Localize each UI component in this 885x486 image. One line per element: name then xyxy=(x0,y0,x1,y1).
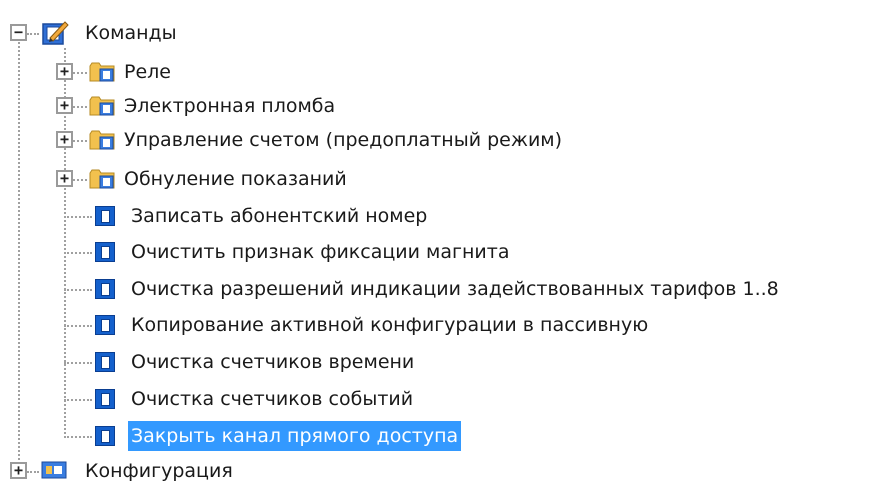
tree-connector xyxy=(64,216,92,218)
command-icon xyxy=(95,389,115,409)
command-icon xyxy=(95,352,115,372)
configuration-icon xyxy=(41,461,67,479)
tree-connector xyxy=(73,106,87,108)
tree-item-close-direct-access-channel[interactable]: Закрыть канал прямого доступа xyxy=(128,421,462,451)
tree-connector xyxy=(64,362,92,364)
command-icon xyxy=(95,315,115,335)
command-icon xyxy=(95,242,115,262)
folder-expander-rele[interactable]: + xyxy=(56,63,73,80)
commands-tree: − Команды + Реле + Электронная пломба + … xyxy=(0,0,885,482)
tree-item-clear-tariff-indication[interactable]: Очистка разрешений индикации задействова… xyxy=(128,274,782,304)
tree-connector xyxy=(64,289,92,291)
tree-item-copy-active-config[interactable]: Копирование активной конфигурации в пасс… xyxy=(128,310,651,340)
folder-expander-account-management[interactable]: + xyxy=(56,131,73,148)
tree-guide-root xyxy=(18,42,20,476)
tree-connector xyxy=(73,140,87,142)
tree-connector xyxy=(27,33,39,35)
tree-item-configuration[interactable]: Конфигурация xyxy=(82,456,236,486)
folder-icon xyxy=(89,130,115,150)
folder-expander-electronic-seal[interactable]: + xyxy=(56,97,73,114)
tree-item-account-management[interactable]: Управление счетом (предоплатный режим) xyxy=(121,125,565,155)
tree-connector xyxy=(73,179,87,181)
tree-item-clear-event-counters[interactable]: Очистка счетчиков событий xyxy=(128,384,416,414)
command-icon xyxy=(95,206,115,226)
folder-icon xyxy=(89,96,115,116)
tree-connector xyxy=(73,72,87,74)
tree-connector xyxy=(27,471,39,473)
tree-item-clear-time-counters[interactable]: Очистка счетчиков времени xyxy=(128,347,417,377)
tree-item-reset-readings[interactable]: Обнуление показаний xyxy=(121,164,350,194)
command-icon xyxy=(95,279,115,299)
tree-connector xyxy=(64,252,92,254)
tree-connector xyxy=(64,399,92,401)
tree-connector xyxy=(64,325,92,327)
folder-icon xyxy=(89,169,115,189)
commands-folder-icon xyxy=(42,21,69,45)
command-icon xyxy=(95,426,115,446)
tree-item-write-subscriber-number[interactable]: Записать абонентский номер xyxy=(128,201,430,231)
tree-connector xyxy=(64,436,92,438)
tree-item-electronic-seal[interactable]: Электронная пломба xyxy=(121,91,338,121)
tree-item-clear-magnet-flag[interactable]: Очистить признак фиксации магнита xyxy=(128,237,512,267)
folder-icon xyxy=(89,62,115,82)
root-collapse-expander[interactable]: − xyxy=(10,24,27,41)
root-expander-configuration[interactable]: + xyxy=(10,462,27,479)
tree-item-commands[interactable]: Команды xyxy=(82,18,180,48)
tree-item-rele[interactable]: Реле xyxy=(121,57,174,87)
folder-expander-reset-readings[interactable]: + xyxy=(56,170,73,187)
